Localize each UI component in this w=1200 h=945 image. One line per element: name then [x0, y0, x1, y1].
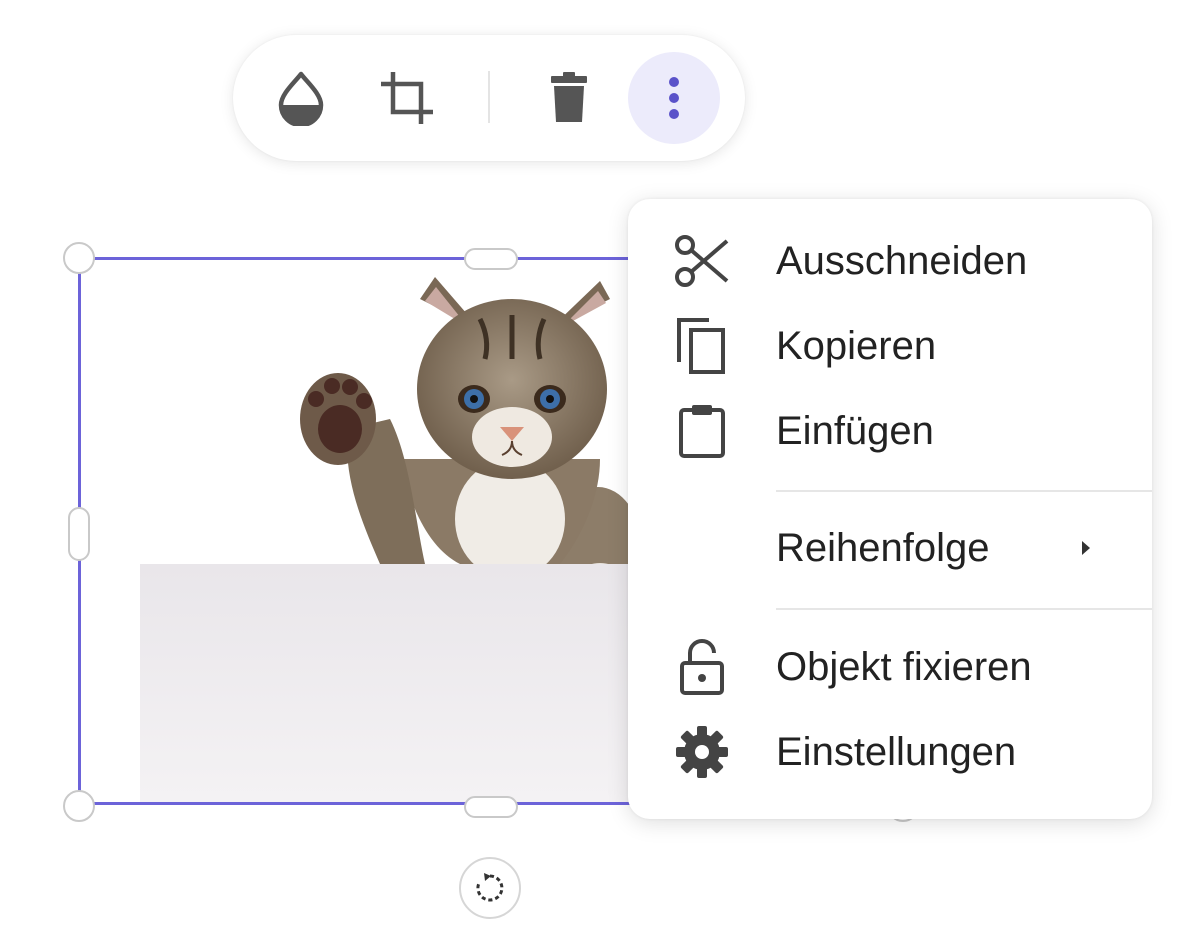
lock-icon	[670, 635, 734, 699]
image-toolbar	[233, 35, 745, 161]
resize-handle-bottom-left[interactable]	[63, 790, 95, 822]
delete-button[interactable]	[523, 52, 615, 144]
resize-handle-top[interactable]	[464, 248, 518, 270]
more-options-button[interactable]	[628, 52, 720, 144]
menu-item-cut[interactable]: Ausschneiden	[628, 221, 1152, 301]
rotate-handle[interactable]	[459, 857, 521, 919]
menu-label-cut: Ausschneiden	[776, 239, 1028, 283]
copy-icon	[670, 314, 734, 378]
drop-icon	[278, 71, 324, 126]
menu-label-settings: Einstellungen	[776, 730, 1017, 774]
menu-separator	[776, 608, 1152, 610]
menu-item-settings[interactable]: Einstellungen	[628, 712, 1152, 792]
gear-icon	[670, 720, 734, 784]
menu-label-paste: Einfügen	[776, 409, 934, 453]
toolbar-divider	[488, 71, 490, 123]
crop-icon	[381, 72, 433, 124]
menu-item-copy[interactable]: Kopieren	[628, 306, 1152, 386]
menu-label-lock: Objekt fixieren	[776, 645, 1032, 689]
crop-button[interactable]	[361, 52, 453, 144]
menu-label-order: Reihenfolge	[776, 526, 990, 570]
resize-handle-top-left[interactable]	[63, 242, 95, 274]
menu-label-copy: Kopieren	[776, 324, 937, 368]
color-fill-button[interactable]	[255, 52, 347, 144]
resize-handle-left[interactable]	[68, 507, 90, 561]
resize-handle-bottom[interactable]	[464, 796, 518, 818]
trash-icon	[551, 72, 587, 122]
rotate-icon	[476, 873, 504, 902]
menu-item-order[interactable]: Reihenfolge	[628, 508, 1152, 588]
menu-item-paste[interactable]: Einfügen	[628, 391, 1152, 471]
menu-separator	[776, 490, 1152, 492]
menu-item-lock[interactable]: Objekt fixieren	[628, 627, 1152, 707]
scissors-icon	[670, 229, 734, 293]
more-vertical-icon	[669, 77, 679, 119]
context-menu: Ausschneiden Kopieren Einfügen Reihenfol…	[628, 199, 1152, 819]
chevron-right-icon	[1082, 541, 1090, 555]
clipboard-icon	[670, 399, 734, 463]
